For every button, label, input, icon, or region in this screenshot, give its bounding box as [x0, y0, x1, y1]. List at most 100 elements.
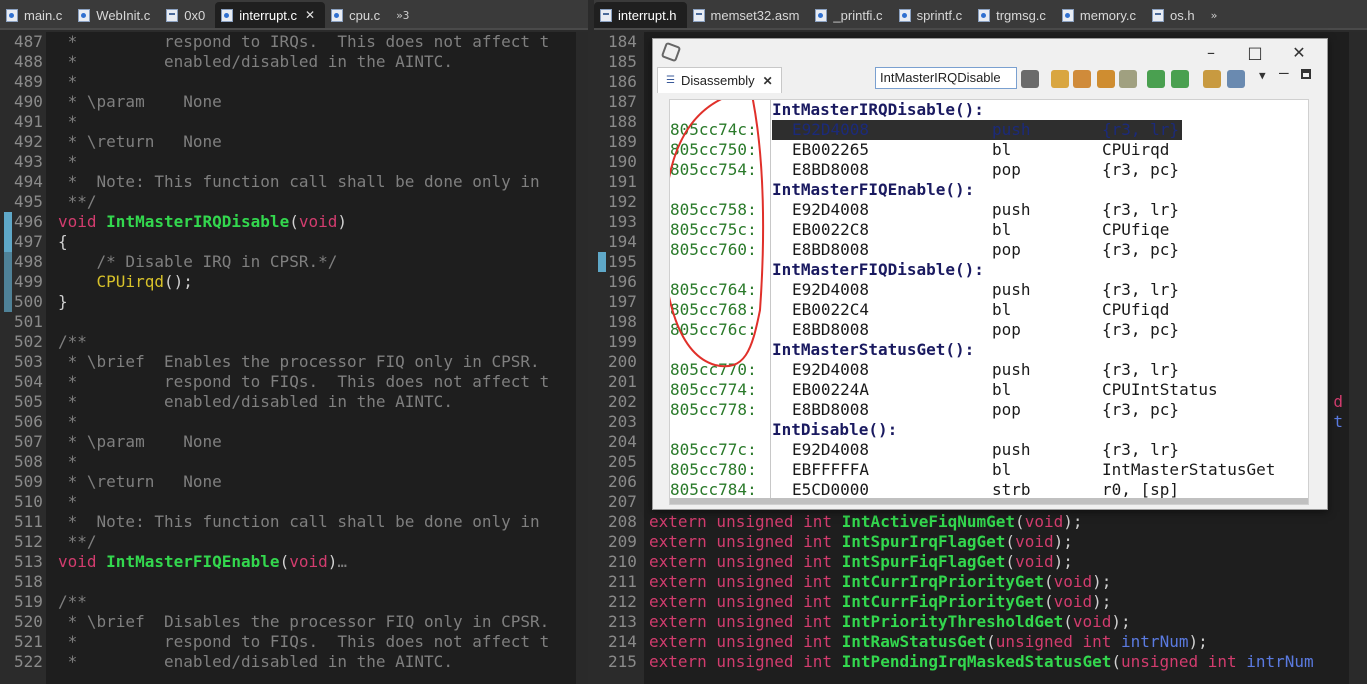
source-lookup-icon[interactable] [1051, 70, 1069, 88]
left-code-editor[interactable]: 487 488 489 490 491 492 493 494 495 496 497 498 499 5… [0, 32, 588, 684]
line-number: 198 [608, 312, 637, 331]
code-token: ( [986, 632, 996, 651]
tab-os-h[interactable]: os.h [1146, 2, 1205, 28]
code-token: ( [1043, 572, 1054, 591]
home-icon[interactable] [1073, 70, 1091, 88]
tab-overflow-button[interactable]: »3 [390, 2, 415, 28]
view-menu-icon[interactable]: ▼ [1259, 69, 1266, 82]
code-token: * [58, 72, 78, 91]
tab-overflow-button[interactable]: » [1205, 2, 1224, 28]
operands: {r3, pc} [1102, 160, 1180, 179]
mnemonic: push [992, 360, 1031, 379]
instruction-row[interactable]: 805cc77c: E92D4008 push {r3, lr} [670, 440, 1308, 460]
function-label[interactable]: IntMasterFIQDisable(): [772, 260, 984, 280]
code-token: * \param None [58, 92, 222, 111]
disassembly-window[interactable]: – □ ✕ ☰ Disassembly ✕ IntMasterIRQDisabl… [652, 38, 1328, 510]
tab-label: os.h [1170, 7, 1195, 23]
tab-label: main.c [24, 7, 63, 23]
minimize-button[interactable]: – [1189, 43, 1233, 62]
function-label[interactable]: IntDisable(): [772, 420, 897, 440]
line-number: 200 [608, 352, 637, 371]
disassembly-icon: ☰ [666, 75, 675, 86]
code-line: /** [58, 332, 588, 352]
line-number: 518 [14, 572, 43, 591]
left-vertical-scrollbar[interactable] [576, 32, 588, 684]
change-marker [598, 252, 606, 272]
code-line: * Note: This function call shall be done… [58, 172, 588, 192]
disassembly-titlebar[interactable]: – □ ✕ [653, 39, 1327, 65]
code-line: * [58, 112, 588, 132]
disassembly-tab-label: Disassembly [680, 73, 755, 88]
code-token: /** [58, 332, 87, 351]
line-number: 187 [608, 92, 637, 111]
tab-disassembly[interactable]: ☰ Disassembly ✕ [657, 67, 782, 93]
close-window-button[interactable]: ✕ [1277, 43, 1321, 62]
operands: CPUfiqe [1102, 220, 1170, 239]
open-file-icon[interactable] [1203, 70, 1221, 88]
instruction-row[interactable]: 805cc780: EBFFFFFA bl IntMasterStatusGet [670, 460, 1308, 480]
tab-memset32-asm[interactable]: memset32.asm [687, 2, 810, 28]
code-line: * [58, 452, 588, 472]
close-icon[interactable]: ✕ [763, 74, 773, 88]
code-token: * \return None [58, 132, 222, 151]
function-label[interactable]: IntMasterFIQEnable(): [772, 180, 974, 200]
code-token: * respond to FIQs. This does not affect … [58, 632, 550, 651]
line-number: 186 [608, 72, 637, 91]
export-icon[interactable] [1227, 70, 1245, 88]
code-token: ( [1005, 552, 1016, 571]
tab-main-c[interactable]: main.c [0, 2, 72, 28]
code-line: **/ [58, 192, 588, 212]
operands: CPUirqd [1102, 140, 1170, 159]
close-icon[interactable]: ✕ [305, 8, 315, 22]
code-line: * enabled/disabled in the AINTC. [58, 392, 588, 412]
code-token: ( [1015, 512, 1025, 531]
operands: {r3, pc} [1102, 320, 1180, 339]
function-label[interactable]: IntMasterStatusGet(): [772, 340, 974, 360]
tab-interrupt-h[interactable]: interrupt.h [594, 2, 687, 28]
step-over-icon[interactable] [1147, 70, 1165, 88]
tab-webinit-c[interactable]: WebInit.c [72, 2, 160, 28]
code-line: } [58, 292, 588, 312]
code-line: * \brief Disables the processor FIQ only… [58, 612, 588, 632]
tab-0x0[interactable]: 0x0 [160, 2, 215, 28]
left-line-numbers: 487 488 489 490 491 492 493 494 495 496 497 498 499 5… [14, 32, 52, 672]
tab-interrupt-c[interactable]: interrupt.c ✕ [215, 2, 326, 28]
right-vertical-scrollbar[interactable] [1349, 32, 1367, 684]
tab--printfi-c[interactable]: _printfi.c [809, 2, 892, 28]
code-line: * \return None [58, 132, 588, 152]
tab-sprintf-c[interactable]: sprintf.c [893, 2, 973, 28]
code-token: * enabled/disabled in the AINTC. [58, 52, 453, 71]
disassembly-horizontal-scrollbar[interactable] [670, 498, 1308, 504]
go-to-address-icon[interactable] [1021, 70, 1039, 88]
opcode: E92D4008 [792, 360, 870, 379]
code-token: * \param None [58, 432, 222, 451]
code-token: unsigned int [995, 632, 1122, 651]
address-input[interactable]: IntMasterIRQDisable [875, 67, 1017, 89]
step-return-icon[interactable] [1171, 70, 1189, 88]
tab-memory-c[interactable]: memory.c [1056, 2, 1146, 28]
code-token: * Note: This function call shall be done… [58, 172, 540, 191]
opcode: E8BD8008 [792, 240, 870, 259]
code-token: ( [289, 212, 299, 231]
maximize-button[interactable]: □ [1233, 43, 1277, 62]
disassembly-listing[interactable]: IntMasterIRQDisable():⇨805cc74c:E92D4008… [669, 99, 1309, 505]
show-source-icon[interactable] [1119, 70, 1137, 88]
code-line: extern unsigned int IntPriorityThreshold… [649, 612, 1367, 632]
maximize-view-icon[interactable] [1301, 69, 1311, 79]
line-number: 507 [14, 432, 43, 451]
file-icon [331, 8, 344, 22]
instruction-row[interactable]: 805cc784: E5CD0000 strb r0, [sp] [670, 480, 1308, 500]
tab-trgmsg-c[interactable]: trgmsg.c [972, 2, 1056, 28]
code-token: ); [1053, 552, 1073, 571]
tab-cpu-c[interactable]: cpu.c [325, 2, 390, 28]
left-code-text[interactable]: * respond to IRQs. This does not affect … [58, 32, 588, 672]
code-token: IntPriorityThresholdGet [841, 612, 1064, 631]
code-token: IntPendingIrqMaskedStatusGet [841, 652, 1112, 671]
instruction-row[interactable]: 805cc778: E8BD8008 pop {r3, pc} [670, 400, 1308, 420]
function-label[interactable]: IntMasterIRQDisable(): [772, 100, 984, 120]
minimize-view-icon[interactable]: – [1279, 63, 1289, 82]
link-with-debug-icon[interactable] [1097, 70, 1115, 88]
code-line: * enabled/disabled in the AINTC. [58, 652, 588, 672]
line-number: 211 [608, 572, 637, 591]
